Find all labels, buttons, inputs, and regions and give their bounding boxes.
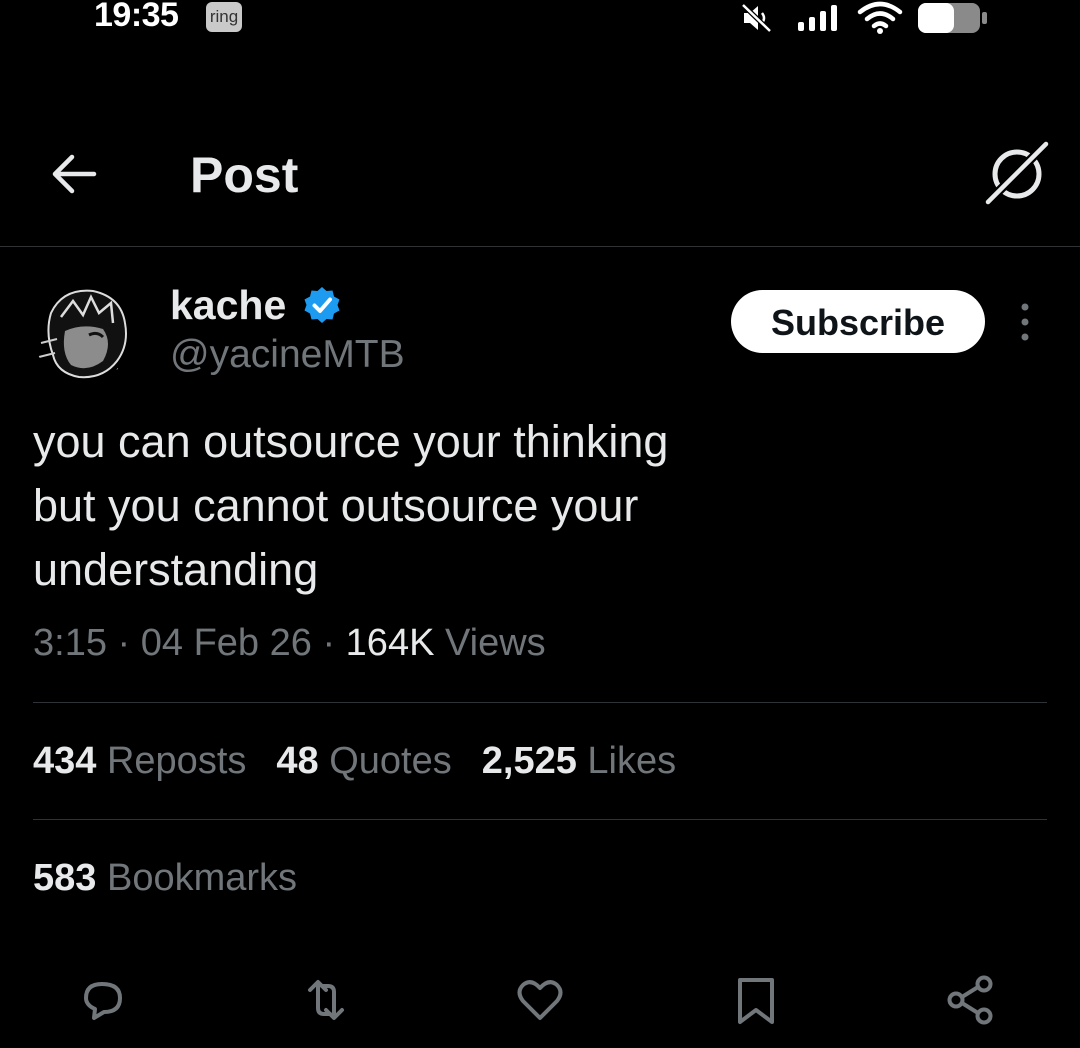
- post-meta: 3:15 · 04 Feb 26 · 164K Views: [33, 622, 546, 665]
- page-title: Post: [190, 147, 299, 203]
- grok-icon: [984, 140, 1050, 206]
- heart-icon: [517, 980, 563, 1020]
- mute-icon: [740, 2, 774, 34]
- bookmarks-label: Bookmarks: [106, 857, 298, 899]
- views-count: 164K: [345, 622, 435, 664]
- quotes-label: Quotes: [329, 740, 452, 782]
- meta-separator: ·: [117, 622, 131, 664]
- share-button[interactable]: [942, 972, 998, 1028]
- avatar[interactable]: [33, 283, 133, 383]
- bookmarks-stat[interactable]: 583 Bookmarks: [33, 857, 297, 900]
- reply-button[interactable]: [74, 972, 130, 1028]
- arrow-left-icon: [52, 154, 97, 194]
- repost-icon: [308, 980, 344, 1020]
- more-vertical-icon: [1021, 303, 1029, 341]
- bookmark-icon: [738, 978, 774, 1024]
- views-label: Views: [444, 622, 546, 664]
- author-handle[interactable]: @yacineMTB: [170, 333, 405, 377]
- header-divider: [0, 246, 1080, 247]
- repost-button[interactable]: [298, 972, 354, 1028]
- wifi-icon: [856, 0, 904, 34]
- more-options-button[interactable]: [1012, 300, 1038, 344]
- post-text: you can outsource your thinking but you …: [33, 410, 933, 602]
- grok-button[interactable]: [984, 140, 1050, 206]
- ring-app-badge: ring: [206, 2, 242, 32]
- battery-icon: [916, 2, 990, 34]
- subscribe-button[interactable]: Subscribe: [731, 290, 985, 353]
- likes-label: Likes: [587, 740, 677, 782]
- quotes-count: 48: [276, 740, 319, 782]
- meta-separator: ·: [322, 622, 336, 664]
- reposts-stat[interactable]: 434 Reposts: [33, 740, 246, 782]
- likes-stat[interactable]: 2,525 Likes: [482, 740, 676, 782]
- post-date: 04 Feb 26: [140, 622, 312, 664]
- post-text-line: but you cannot outsource your: [33, 480, 639, 531]
- avatar-image: [33, 283, 133, 383]
- share-icon: [947, 975, 993, 1025]
- engagement-stats: 434 Reposts 48 Quotes 2,525 Likes: [33, 740, 676, 783]
- reposts-label: Reposts: [106, 740, 247, 782]
- meta-divider: [33, 702, 1047, 703]
- post-time: 3:15: [33, 622, 107, 664]
- back-button[interactable]: [50, 152, 98, 196]
- bookmark-button[interactable]: [728, 972, 784, 1028]
- likes-count: 2,525: [481, 740, 577, 782]
- quotes-stat[interactable]: 48 Quotes: [276, 740, 451, 782]
- author-name[interactable]: kache: [170, 282, 286, 329]
- reply-icon: [84, 982, 122, 1020]
- reposts-count: 434: [33, 740, 97, 782]
- stats-divider: [33, 819, 1047, 820]
- status-time: 19:35: [94, 0, 179, 34]
- signal-icon: [796, 4, 842, 32]
- verified-badge-icon: [302, 285, 342, 325]
- bookmarks-count: 583: [33, 857, 97, 899]
- post-text-line: you can outsource your thinking: [33, 416, 669, 467]
- post-text-line: understanding: [33, 544, 319, 595]
- like-button[interactable]: [512, 972, 568, 1028]
